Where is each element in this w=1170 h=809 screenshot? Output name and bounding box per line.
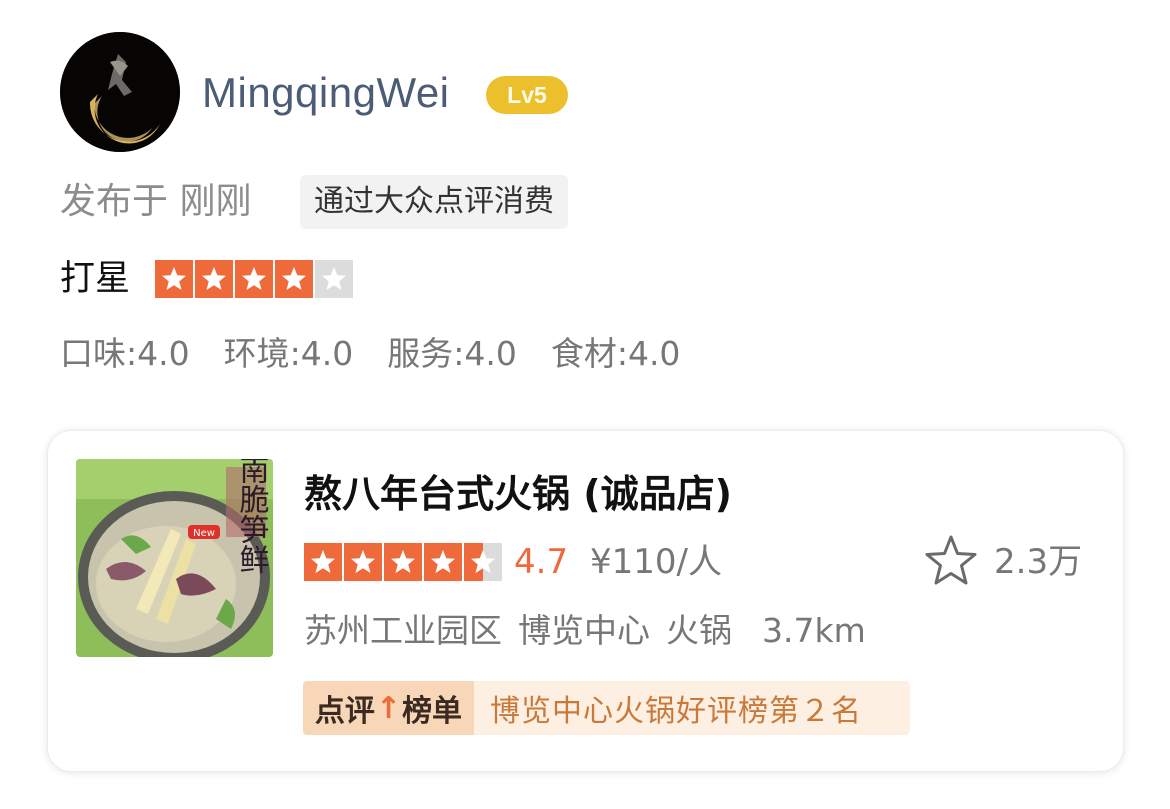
- shop-name[interactable]: 熬八年台式火锅 (诚品店): [304, 468, 732, 520]
- star-icon: [235, 260, 273, 298]
- star-icon: [464, 543, 502, 581]
- rank-label: 点评 ↑ 榜单: [303, 681, 474, 735]
- shop-image[interactable]: New 江南脆笋鲜: [76, 459, 273, 657]
- shop-category: 火锅: [666, 611, 732, 650]
- subscore-item: 环境:4.0: [223, 334, 354, 373]
- shop-area: 苏州工业园区: [304, 611, 502, 650]
- favorite-star-icon[interactable]: [922, 532, 980, 590]
- rank-label-right: 榜单: [402, 694, 463, 729]
- star-icon: [424, 543, 462, 581]
- favorite-count: 2.3万: [994, 542, 1083, 582]
- star-icon: [155, 260, 193, 298]
- star-icon: [304, 543, 342, 581]
- username[interactable]: MingqingWei: [202, 68, 450, 118]
- shop-rating-stars: [304, 543, 502, 581]
- subscore-item: 食材:4.0: [550, 334, 681, 373]
- rank-badge[interactable]: 点评 ↑ 榜单 博览中心火锅好评榜第２名: [303, 681, 910, 735]
- shop-score: 4.7: [514, 542, 569, 582]
- image-title-text: 江南脆笋鲜: [234, 459, 270, 574]
- consumption-tag: 通过大众点评消费: [300, 175, 568, 229]
- star-icon: [344, 543, 382, 581]
- shop-distance: 3.7km: [762, 611, 866, 650]
- image-new-badge: New: [193, 528, 215, 539]
- avatar[interactable]: [60, 32, 180, 152]
- star-icon: [315, 260, 353, 298]
- shop-price: ¥110/人: [590, 542, 722, 582]
- shop-location: 苏州工业园区 博览中心 火锅 3.7km: [304, 608, 866, 654]
- star-icon: [195, 260, 233, 298]
- user-rating-stars: [155, 260, 353, 298]
- level-badge: Lv5: [486, 76, 568, 114]
- subscore-list: 口味:4.0 环境:4.0 服务:4.0 食材:4.0: [60, 330, 680, 378]
- shop-district: 博览中心: [518, 611, 650, 650]
- rating-label: 打星: [60, 259, 131, 299]
- star-icon: [384, 543, 422, 581]
- post-time: 发布于 刚刚: [60, 181, 252, 222]
- rank-text: 博览中心火锅好评榜第２名: [474, 681, 910, 735]
- rank-up-arrow-icon: ↑: [375, 690, 402, 726]
- subscore-item: 口味:4.0: [60, 334, 190, 373]
- rank-label-left: 点评: [314, 694, 375, 729]
- star-icon: [275, 260, 313, 298]
- subscore-item: 服务:4.0: [387, 334, 517, 373]
